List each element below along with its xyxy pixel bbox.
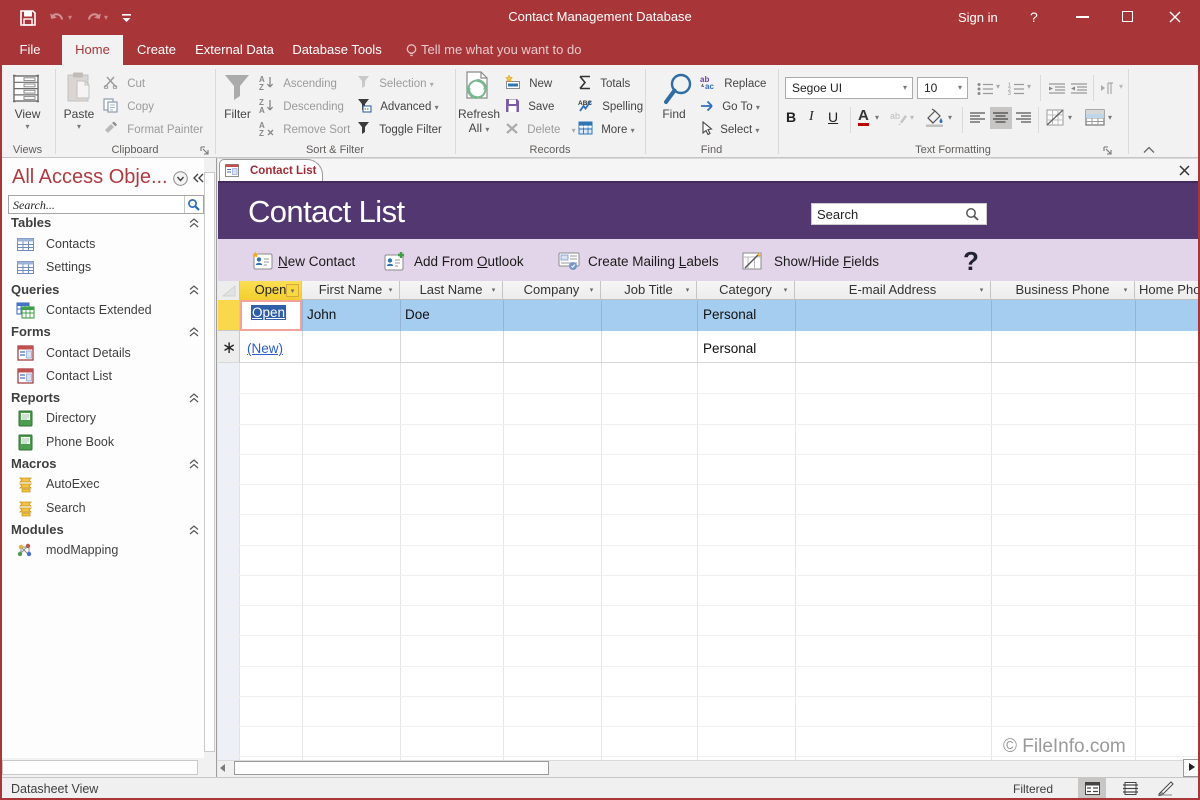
svg-text:ac: ac <box>705 82 714 89</box>
svg-text:3: 3 <box>1008 91 1011 95</box>
svg-text:ab: ab <box>890 111 900 121</box>
svg-text:Z: Z <box>259 83 264 90</box>
svg-text:A: A <box>259 106 265 113</box>
svg-text:ABC: ABC <box>578 100 592 107</box>
svg-text:Z: Z <box>259 129 264 136</box>
